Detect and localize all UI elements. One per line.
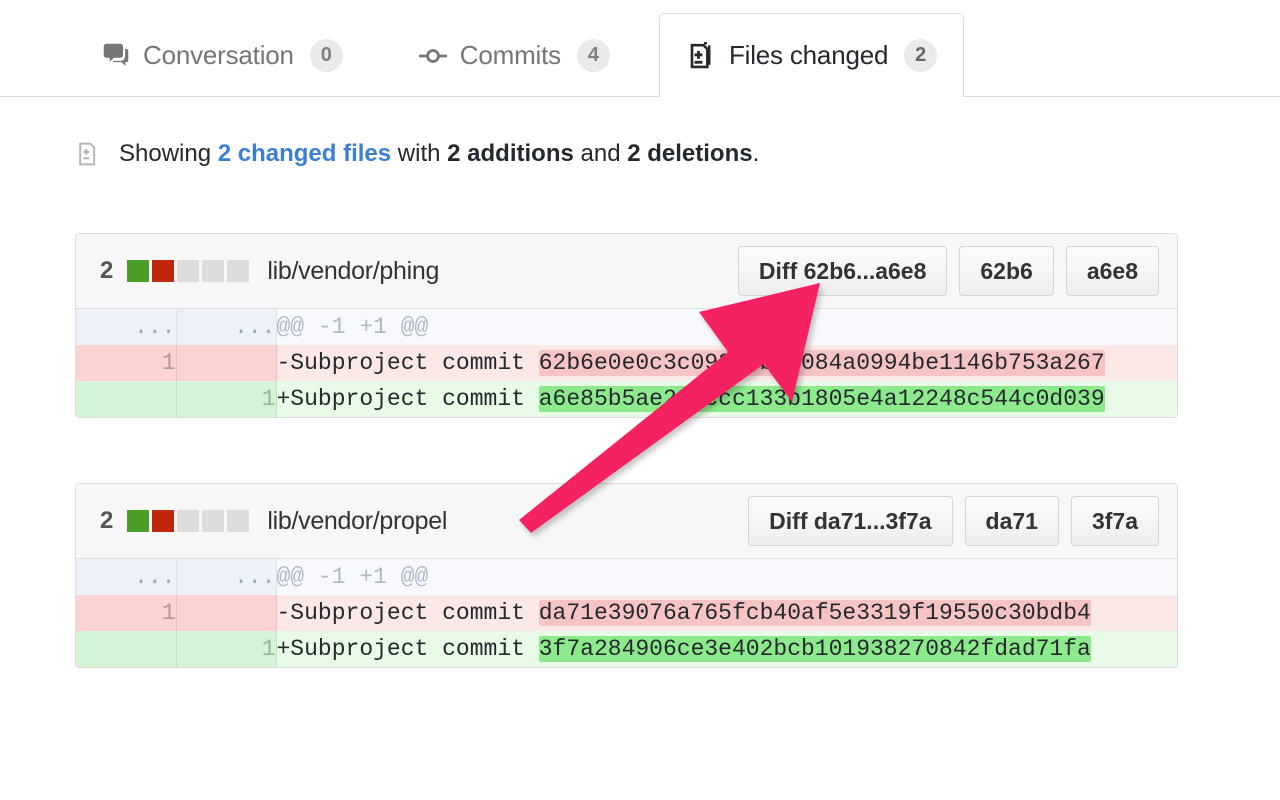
new-line-number xyxy=(176,345,277,381)
file-diff-block: 2 lib/vendor/propel Diff da71...3f7a da7… xyxy=(75,483,1178,668)
diffstat-count: 2 xyxy=(100,507,114,534)
additions-count: 2 additions xyxy=(447,140,574,167)
diff-line-prefix: +Subproject commit xyxy=(276,386,539,412)
diff-line-prefix: +Subproject commit xyxy=(276,636,539,662)
changed-files-link[interactable]: 2 changed files xyxy=(218,140,391,168)
hunk-old-line-number: ... xyxy=(76,309,177,345)
diff-table: ... ... @@ -1 +1 @@ 1 -Subproject commit… xyxy=(76,559,1177,667)
pull-request-tabnav: Conversation 0 Commits 4 Files changed 2 xyxy=(0,0,1280,98)
diff-line-addition: 1 +Subproject commit 3f7a284906ce3e402bc… xyxy=(76,631,1177,667)
comment-discussion-icon xyxy=(102,42,130,70)
diffstat-block-deletion xyxy=(152,260,175,282)
new-line-number xyxy=(176,595,277,631)
files-changed-page: Conversation 0 Commits 4 Files changed 2… xyxy=(0,0,1280,800)
diff-line-deletion: 1 -Subproject commit da71e39076a765fcb40… xyxy=(76,595,1177,631)
diff-code-cell[interactable]: -Subproject commit 62b6e0e0c3c093b8b1808… xyxy=(276,345,1177,381)
hunk-header: @@ -1 +1 @@ xyxy=(276,559,1177,595)
deletions-count: 2 deletions xyxy=(627,140,753,167)
commit-hash-added: 3f7a284906ce3e402bcb101938270842fdad71fa xyxy=(538,636,1091,662)
diffstat-block-addition xyxy=(127,510,150,532)
hunk-new-line-number: ... xyxy=(176,559,277,595)
tab-counter: 0 xyxy=(309,39,343,72)
diff-line-addition: 1 +Subproject commit a6e85b5ae283ccc133b… xyxy=(76,381,1177,417)
diffstat-block-neutral xyxy=(227,260,250,282)
file-actions: Diff 62b6...a6e8 62b6 a6e8 xyxy=(737,246,1159,296)
diff-code-cell[interactable]: +Subproject commit 3f7a284906ce3e402bcb1… xyxy=(276,631,1177,667)
file-diff-icon xyxy=(686,41,716,71)
old-line-number xyxy=(76,381,177,417)
file-header: 2 lib/vendor/propel Diff da71...3f7a da7… xyxy=(76,484,1177,559)
diffstat-block-neutral xyxy=(177,260,200,282)
diff-code-cell[interactable]: +Subproject commit a6e85b5ae283ccc133b18… xyxy=(276,381,1177,417)
summary-suffix: . xyxy=(752,140,760,167)
old-line-number xyxy=(76,631,177,667)
diff-range-button[interactable]: Diff da71...3f7a xyxy=(748,496,953,546)
base-commit-button[interactable]: 62b6 xyxy=(959,246,1054,296)
diff-table: ... ... @@ -1 +1 @@ 1 -Subproject commit… xyxy=(76,309,1177,417)
tab-commits[interactable]: Commits 4 xyxy=(392,13,637,97)
diffstat-block-neutral xyxy=(177,510,200,532)
diffstat-block-neutral xyxy=(202,260,225,282)
diffstat-bar xyxy=(127,510,250,532)
file-path[interactable]: lib/vendor/phing xyxy=(267,257,439,286)
file-header: 2 lib/vendor/phing Diff 62b6...a6e8 62b6… xyxy=(76,234,1177,309)
commit-hash-added: a6e85b5ae283ccc133b1805e4a12248c544c0d03… xyxy=(538,386,1105,412)
tab-conversation[interactable]: Conversation 0 xyxy=(75,13,370,97)
tabnav-items: Conversation 0 Commits 4 Files changed 2 xyxy=(75,13,986,98)
diff-line-deletion: 1 -Subproject commit 62b6e0e0c3c093b8b18… xyxy=(76,345,1177,381)
hunk-new-line-number: ... xyxy=(176,309,277,345)
diff-code-cell[interactable]: -Subproject commit da71e39076a765fcb40af… xyxy=(276,595,1177,631)
diffstat-block-neutral xyxy=(202,510,225,532)
base-commit-button[interactable]: da71 xyxy=(964,496,1059,546)
diff-line-prefix: -Subproject commit xyxy=(276,350,539,376)
diffstat-block-addition xyxy=(127,260,150,282)
summary-conjunction: and xyxy=(573,140,628,167)
diff-range-button[interactable]: Diff 62b6...a6e8 xyxy=(737,246,948,296)
file-diff-block: 2 lib/vendor/phing Diff 62b6...a6e8 62b6… xyxy=(75,233,1178,418)
new-line-number: 1 xyxy=(176,381,277,417)
file-path[interactable]: lib/vendor/propel xyxy=(267,507,447,536)
file-diff-icon xyxy=(75,141,101,167)
tab-label: Conversation xyxy=(143,40,294,70)
head-commit-button[interactable]: 3f7a xyxy=(1070,496,1159,546)
file-actions: Diff da71...3f7a da71 3f7a xyxy=(748,496,1159,546)
old-line-number: 1 xyxy=(76,595,177,631)
tab-label: Files changed xyxy=(728,40,889,70)
diffstat-block-deletion xyxy=(152,510,175,532)
diffstat-block-neutral xyxy=(227,510,250,532)
hunk-old-line-number: ... xyxy=(76,559,177,595)
diff-line-prefix: -Subproject commit xyxy=(276,600,539,626)
head-commit-button[interactable]: a6e8 xyxy=(1065,246,1159,296)
diffstat-count: 2 xyxy=(100,257,114,284)
summary-middle: with xyxy=(391,140,448,167)
diff-hunk-row: ... ... @@ -1 +1 @@ xyxy=(76,309,1177,345)
old-line-number: 1 xyxy=(76,345,177,381)
summary-prefix: Showing xyxy=(119,140,218,167)
commit-hash-deleted: 62b6e0e0c3c093b8b18084a0994be1146b753a26… xyxy=(538,350,1105,376)
diff-summary: Showing 2 changed files with 2 additions… xyxy=(75,140,759,168)
tab-counter: 2 xyxy=(904,39,938,72)
diff-hunk-row: ... ... @@ -1 +1 @@ xyxy=(76,559,1177,595)
new-line-number: 1 xyxy=(176,631,277,667)
hunk-header: @@ -1 +1 @@ xyxy=(276,309,1177,345)
diffstat-bar xyxy=(127,260,250,282)
tab-files-changed[interactable]: Files changed 2 xyxy=(658,13,965,98)
git-commit-icon xyxy=(418,42,447,70)
tab-counter: 4 xyxy=(576,39,610,72)
tab-label: Commits xyxy=(459,40,561,70)
commit-hash-deleted: da71e39076a765fcb40af5e3319f19550c30bdb4 xyxy=(538,600,1091,626)
